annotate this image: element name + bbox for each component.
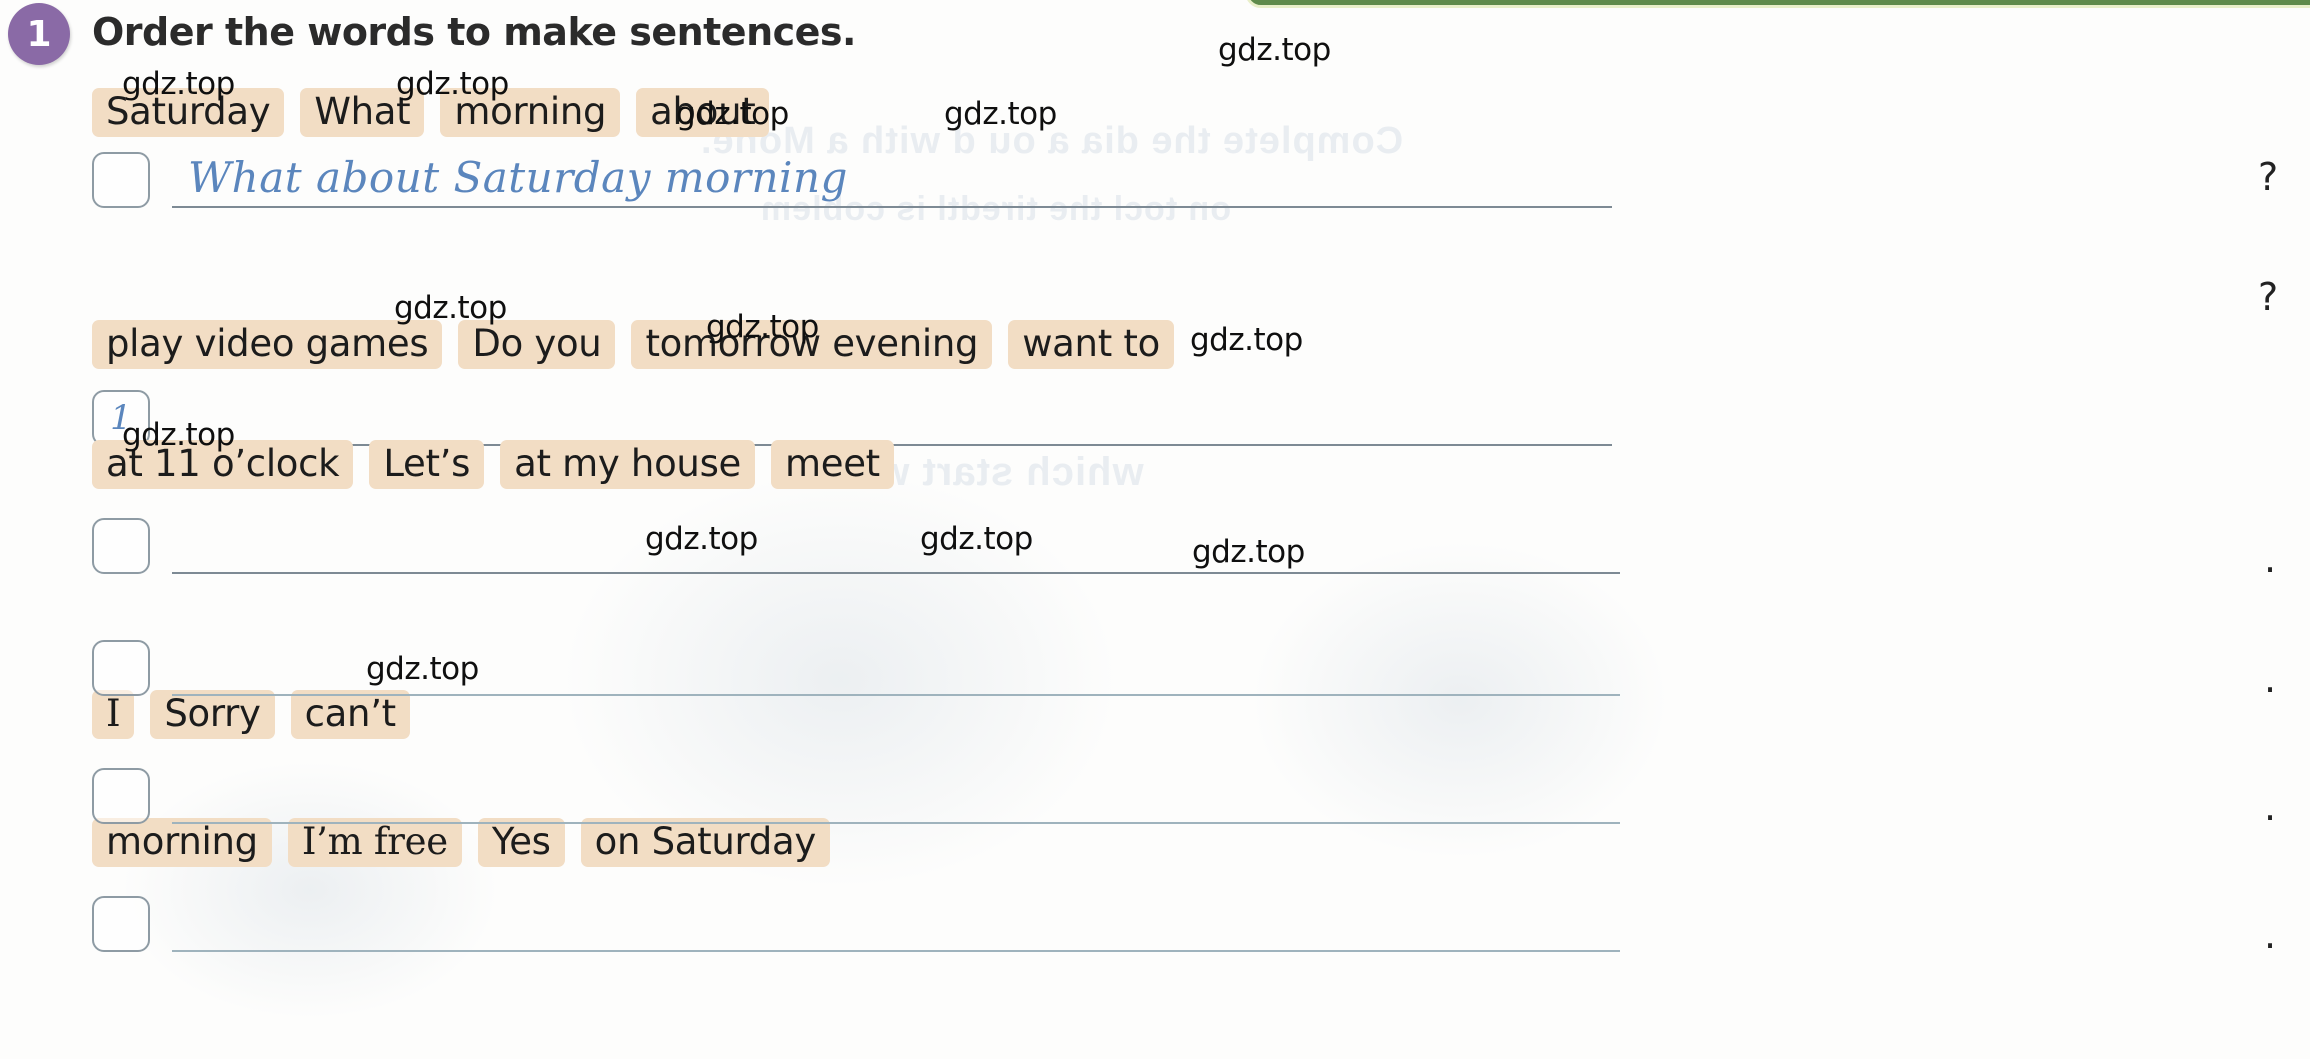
answer-write-line[interactable] [172,642,1620,696]
word-tile[interactable]: can’t [290,690,410,740]
answer-row-6 [92,896,1620,952]
sentence-end-mark: . [2264,657,2277,701]
green-header-bar [1245,0,2310,8]
worksheet-page: Complete the dia a ou d with a Mone. on … [0,0,2310,1059]
word-tile[interactable]: at 11 o’clock [92,440,354,490]
answer-write-line[interactable] [172,392,1612,446]
watermark-label: gdz.top [1190,322,1303,358]
word-tile[interactable]: morning [92,818,272,868]
word-tile[interactable]: Do you [458,320,616,370]
word-tile[interactable]: I [92,690,135,740]
sentence-end-mark: . [2264,785,2277,829]
answer-row-1: What about Saturday morning [92,152,1612,208]
word-tile[interactable]: at my house [500,440,756,490]
order-number-box[interactable] [92,640,150,696]
word-tile[interactable]: Yes [477,818,565,868]
order-number-box[interactable] [92,896,150,952]
word-tile-row-3: at 11 o’clock Let’s at my house meet [92,440,894,490]
word-tile-row-2: play video games Do you tomorrow evening… [92,320,1174,370]
word-tile[interactable]: Sorry [150,690,275,740]
word-tile-row-1: Saturday What morning about [92,88,770,138]
watermark-label: gdz.top [944,96,1057,132]
word-tile[interactable]: about [636,88,770,138]
word-tile[interactable]: tomorrow evening [631,320,993,370]
order-number-box[interactable] [92,518,150,574]
exercise-number-badge: 1 [8,3,70,65]
answer-text: What about Saturday morning [188,153,848,202]
answer-row-2: 1 [92,390,1612,446]
word-tile[interactable]: morning [440,88,621,138]
sentence-end-mark: ? [2258,155,2279,199]
exercise-title: Order the words to make sentences. [92,10,857,54]
word-tile-row-4: I Sorry can’t [92,690,410,740]
word-tile[interactable]: Let’s [369,440,485,490]
word-tile[interactable]: meet [771,440,894,490]
answer-write-line[interactable] [172,770,1620,824]
order-number-box[interactable] [92,152,150,208]
word-tile[interactable]: Saturday [92,88,285,138]
sentence-end-mark: . [2264,537,2277,581]
answer-row-5 [92,768,1620,824]
word-tile[interactable]: I’m free [287,818,462,868]
word-tile-row-5: morning I’m free Yes on Saturday [92,818,830,868]
answer-write-line[interactable] [172,520,1620,574]
answer-write-line[interactable] [172,898,1620,952]
order-number-box[interactable]: 1 [92,390,150,446]
answer-row-3 [92,518,1620,574]
sentence-end-mark: . [2264,913,2277,957]
word-tile[interactable]: on Saturday [580,818,830,868]
word-tile[interactable]: What [300,88,425,138]
watermark-label: gdz.top [1218,32,1331,68]
word-tile[interactable]: want to [1008,320,1174,370]
word-tile[interactable]: play video games [92,320,443,370]
answer-row-4 [92,640,1620,696]
sentence-end-mark: ? [2258,275,2279,319]
order-number-box[interactable] [92,768,150,824]
answer-write-line[interactable]: What about Saturday morning [172,153,1612,208]
